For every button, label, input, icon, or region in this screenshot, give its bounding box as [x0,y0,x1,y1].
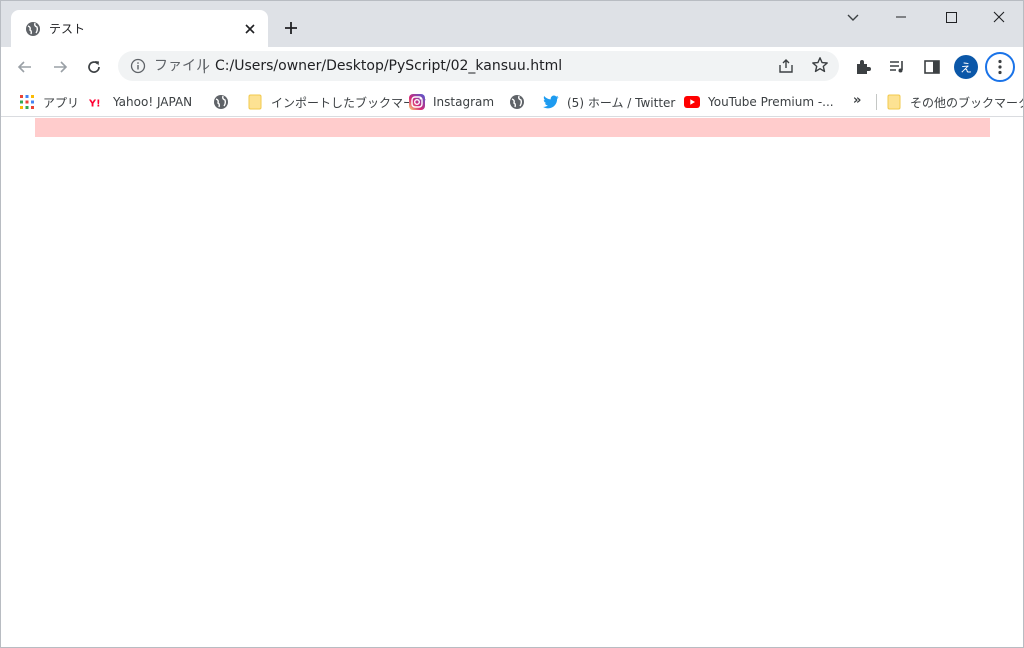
forward-button[interactable] [48,55,72,79]
window-close-button[interactable] [976,1,1022,33]
close-icon[interactable] [241,20,259,38]
bookmarks-overflow-button[interactable]: » [853,93,861,108]
separator: | [202,58,207,74]
svg-text:Y!: Y! [89,98,101,108]
page-banner [35,118,990,137]
globe-icon [213,94,229,110]
bookmark-globe-2[interactable] [509,93,533,111]
tab-active[interactable]: テスト [11,10,268,47]
media-control-icon[interactable] [885,55,909,79]
extensions-icon[interactable] [851,55,875,79]
bookmark-label: Yahoo! JAPAN [113,95,193,109]
menu-icon[interactable] [985,52,1015,82]
url-text[interactable]: C:/Users/owner/Desktop/PyScript/02_kansu… [215,57,562,75]
bookmark-imported-folder[interactable]: インポートしたブックマーク [247,93,427,111]
bookmark-label: (5) ホーム / Twitter [567,95,676,110]
info-icon[interactable] [130,58,146,74]
bookmark-other-folder[interactable]: その他のブックマーク [886,93,1024,111]
share-icon[interactable] [777,57,795,75]
twitter-icon [543,94,559,110]
globe-icon [25,21,41,37]
bookmark-globe-1[interactable] [213,93,237,111]
instagram-icon [409,94,425,110]
bookmark-label: Instagram [433,95,495,109]
bookmark-label: インポートしたブックマーク [271,95,428,110]
minimize-button[interactable] [878,1,924,33]
back-button[interactable] [13,55,37,79]
tab-strip: テスト [1,1,1023,47]
bookmark-youtube[interactable]: YouTube Premium -... [684,93,834,111]
yahoo-icon: Y! [89,94,105,110]
divider [876,94,877,110]
new-tab-button[interactable] [281,18,301,38]
avatar[interactable]: え [954,55,978,79]
folder-icon [886,94,902,110]
apps-grid-icon [19,94,35,110]
bookmark-yahoo[interactable]: Y! Yahoo! JAPAN [89,93,192,111]
page-content [1,118,1023,647]
chevron-down-icon[interactable] [843,10,863,26]
star-icon[interactable] [811,56,829,74]
tab-title: テスト [49,22,86,36]
youtube-icon [684,94,700,110]
toolbar: ファイル | C:/Users/owner/Desktop/PyScript/0… [1,47,1023,87]
bookmarks-bar: アプリ Y! Yahoo! JAPAN インポートしたブックマーク Instag… [1,87,1023,117]
side-panel-icon[interactable] [920,55,944,79]
maximize-button[interactable] [928,1,974,33]
bookmark-instagram[interactable]: Instagram [409,93,494,111]
bookmark-twitter[interactable]: (5) ホーム / Twitter [543,93,675,111]
bookmark-label: YouTube Premium -... [708,95,834,109]
reload-button[interactable] [82,55,106,79]
address-bar[interactable]: ファイル | C:/Users/owner/Desktop/PyScript/0… [118,51,839,81]
bookmark-apps[interactable]: アプリ [19,93,79,111]
folder-icon [247,94,263,110]
globe-icon [509,94,525,110]
browser-window: テスト ファイル | C:/Users/owner/Desktop/PyScri… [0,0,1024,648]
bookmark-label: その他のブックマーク [910,95,1024,110]
bookmark-label: アプリ [43,95,80,110]
